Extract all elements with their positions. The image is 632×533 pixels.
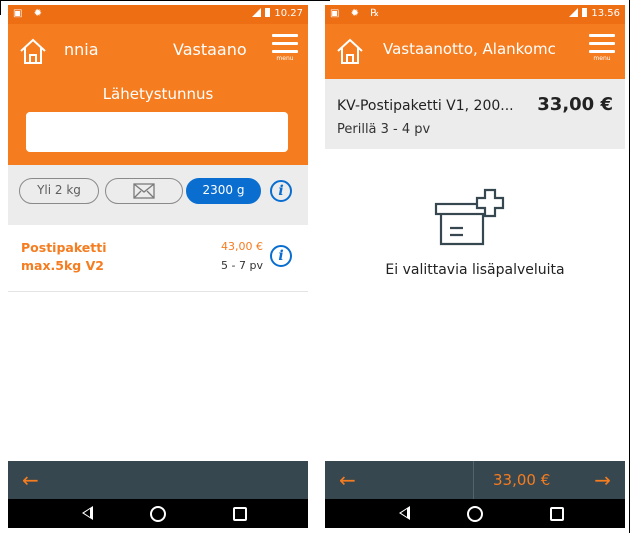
battery-icon bbox=[265, 8, 271, 17]
selected-product-header: KV-Postipaketti V1, 200... 33,00 € Peril… bbox=[325, 79, 625, 149]
nav-back-icon[interactable] bbox=[399, 506, 410, 520]
back-arrow-icon[interactable]: ← bbox=[339, 468, 356, 492]
selected-product-delivery: Perillä 3 - 4 pv bbox=[337, 122, 431, 137]
status-notification-icons: ▣ ✹ bbox=[13, 8, 47, 19]
tracking-number-input[interactable] bbox=[26, 112, 288, 152]
bottom-action-bar: ← bbox=[8, 461, 308, 499]
battery-icon bbox=[582, 8, 588, 17]
app-title-right: Vastaano bbox=[173, 40, 247, 59]
phone-screen-extra-services: ▣ ✹ ℞ 13.56 Vastaanotto, Alankomc menu K… bbox=[325, 5, 625, 528]
frame-line-right bbox=[629, 0, 630, 533]
app-bar: nnia Vastaano menu bbox=[8, 24, 308, 79]
selected-product-price: 33,00 € bbox=[537, 94, 613, 115]
home-icon[interactable] bbox=[335, 36, 365, 66]
status-time: 13.56 bbox=[591, 8, 620, 19]
filter-info-icon[interactable]: i bbox=[270, 180, 292, 202]
signal-icon bbox=[252, 8, 262, 17]
product-delivery-time: 5 - 7 pv bbox=[221, 259, 263, 272]
filter-weight-selected-button[interactable]: 2300 g bbox=[186, 178, 261, 204]
product-list-item[interactable]: Postipaketti max.5kg V2 43,00 € 5 - 7 pv… bbox=[8, 225, 308, 292]
hamburger-icon bbox=[272, 34, 298, 53]
nav-home-icon[interactable] bbox=[467, 506, 483, 522]
back-arrow-icon[interactable]: ← bbox=[22, 468, 39, 492]
product-info-icon[interactable]: i bbox=[270, 245, 292, 267]
signal-icon bbox=[569, 8, 579, 17]
android-nav-bar bbox=[325, 499, 625, 528]
add-service-icon bbox=[434, 188, 505, 246]
tracking-panel: Lähetystunnus bbox=[8, 79, 308, 165]
bottom-action-bar: ← 33,00 € → bbox=[325, 461, 625, 499]
menu-label: menu bbox=[593, 55, 611, 62]
nav-recent-apps-icon[interactable] bbox=[233, 507, 247, 521]
empty-state-text: Ei valittavia lisäpalveluita bbox=[385, 262, 565, 278]
total-price: 33,00 € bbox=[493, 471, 551, 489]
hamburger-icon bbox=[589, 34, 615, 53]
status-right: 10.27 bbox=[252, 8, 303, 19]
divider bbox=[473, 461, 474, 499]
status-right: 13.56 bbox=[569, 8, 620, 19]
status-bar: ▣ ✹ ℞ 13.56 bbox=[325, 5, 625, 24]
selected-product-name: KV-Postipaketti V1, 200... bbox=[337, 98, 514, 114]
menu-button[interactable]: menu bbox=[589, 34, 615, 68]
filter-letter-button[interactable] bbox=[105, 178, 183, 204]
app-title: Vastaanotto, Alankomc bbox=[383, 40, 556, 58]
status-notification-icons: ▣ ✹ ℞ bbox=[330, 8, 384, 19]
android-nav-bar bbox=[8, 499, 308, 528]
product-price: 43,00 € bbox=[221, 240, 263, 253]
home-icon[interactable] bbox=[18, 36, 48, 66]
frame-line-left bbox=[0, 0, 1, 15]
nav-home-icon[interactable] bbox=[150, 506, 166, 522]
status-bar: ▣ ✹ 10.27 bbox=[8, 5, 308, 24]
status-time: 10.27 bbox=[274, 8, 303, 19]
frame-line-top bbox=[0, 0, 330, 1]
app-bar: Vastaanotto, Alankomc menu bbox=[325, 24, 625, 79]
nav-back-icon[interactable] bbox=[82, 506, 93, 520]
menu-label: menu bbox=[276, 55, 294, 62]
envelope-icon bbox=[133, 182, 155, 199]
forward-arrow-icon[interactable]: → bbox=[594, 468, 611, 492]
tracking-label: Lähetystunnus bbox=[102, 85, 214, 103]
nav-recent-apps-icon[interactable] bbox=[550, 507, 564, 521]
app-title-left: nnia bbox=[64, 40, 99, 59]
product-name: Postipaketti max.5kg V2 bbox=[21, 240, 107, 273]
filter-over-2kg-button[interactable]: Yli 2 kg bbox=[19, 178, 99, 204]
phone-screen-parcel-selection: ▣ ✹ 10.27 nnia Vastaano menu Lähetystunn… bbox=[8, 5, 308, 528]
menu-button[interactable]: menu bbox=[272, 34, 298, 68]
weight-filter-row: Yli 2 kg 2300 g i bbox=[8, 165, 308, 225]
